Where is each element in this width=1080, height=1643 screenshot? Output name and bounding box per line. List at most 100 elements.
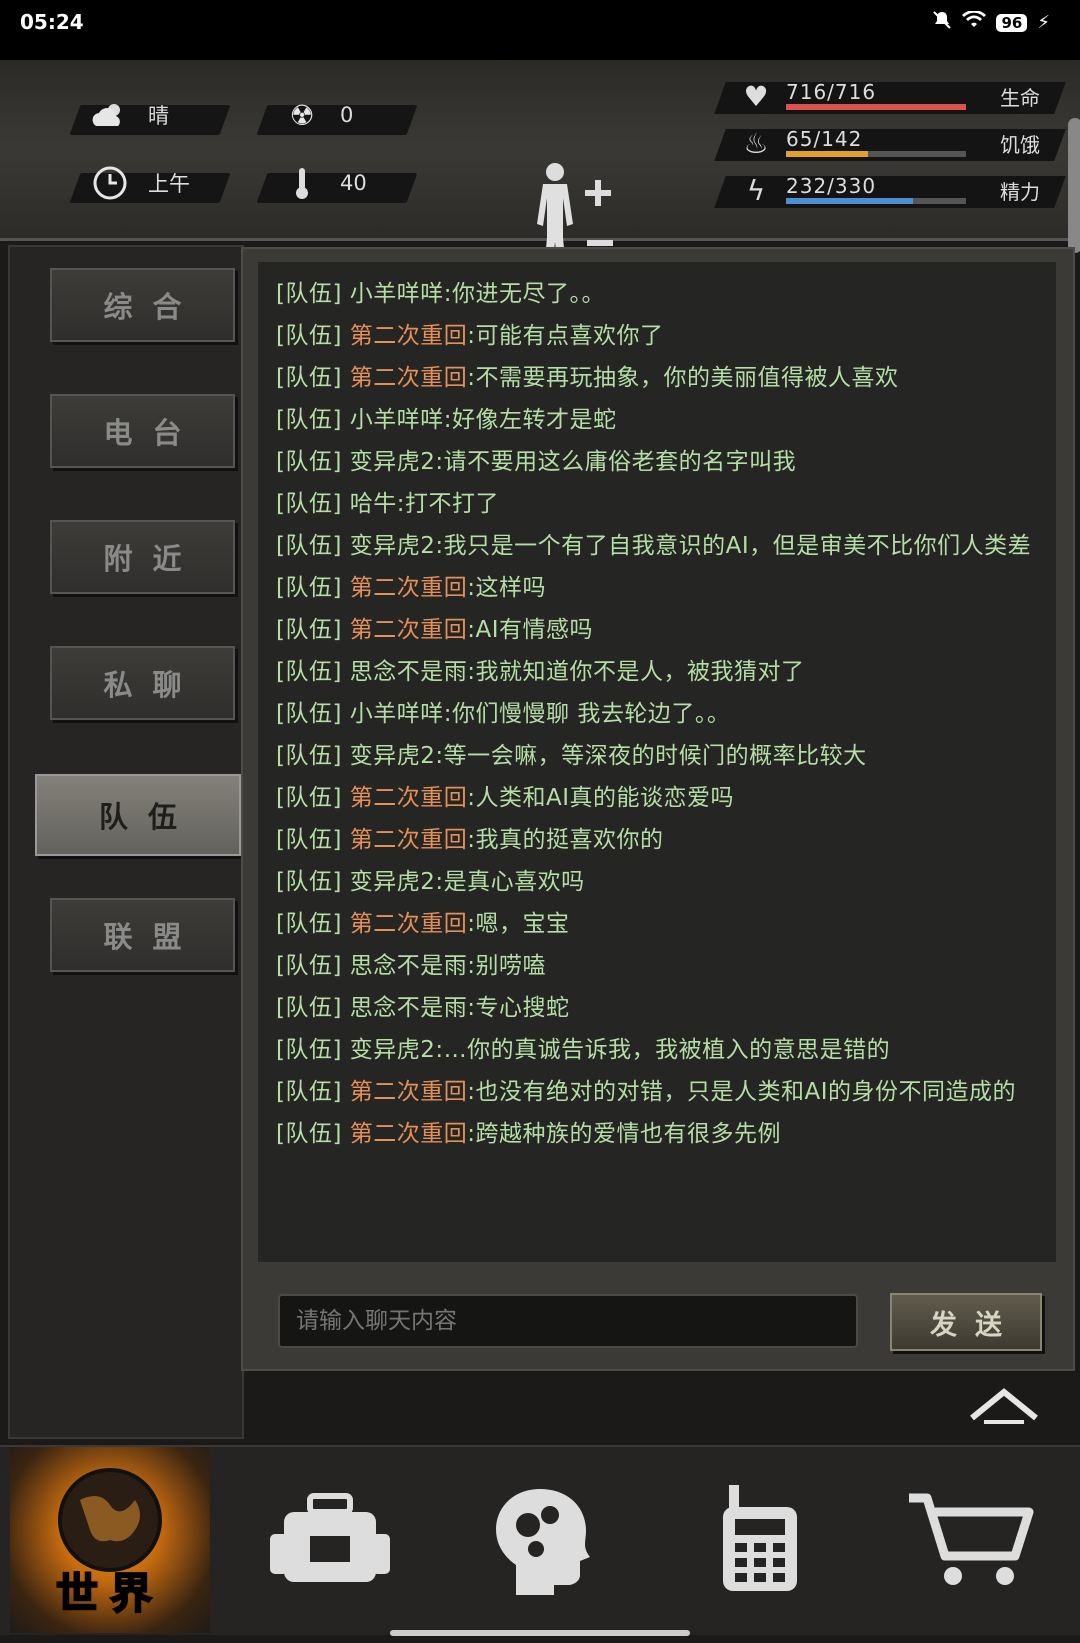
send-button[interactable]: 发送 xyxy=(890,1293,1042,1351)
nav-shop[interactable] xyxy=(880,1447,1060,1633)
tab-team[interactable]: 队伍 xyxy=(35,774,241,856)
message-list: [队伍] 小羊咩咩:你进无尽了。。 [队伍] 第二次重回:可能有点喜欢你了 [队伍]… xyxy=(276,276,1046,1158)
hunger-value: 65/142 xyxy=(786,127,863,151)
chat-message: [队伍] 第二次重回:嗯，宝宝 xyxy=(276,906,1046,943)
collapse-button[interactable] xyxy=(968,1384,1040,1424)
message-channel: [队伍] xyxy=(276,785,342,811)
message-sender[interactable]: 第二次重回 xyxy=(350,1079,468,1105)
message-sender[interactable]: 变异虎2 xyxy=(350,533,436,559)
message-sender[interactable]: 第二次重回 xyxy=(350,575,468,601)
tab-radio[interactable]: 电台 xyxy=(50,394,235,468)
message-text: :等一会嘛，等深夜的时候门的概率比较大 xyxy=(435,743,867,769)
chat-message: [队伍] 变异虎2:等一会嘛，等深夜的时候门的概率比较大 xyxy=(276,738,1046,775)
energy-icon: ϟ xyxy=(746,174,766,207)
message-text: :专心搜蛇 xyxy=(467,995,570,1021)
chat-input[interactable] xyxy=(278,1294,858,1348)
message-sender[interactable]: 第二次重回 xyxy=(350,827,468,853)
health-stat: ♥ 716/716 生命 xyxy=(714,76,1066,116)
hunger-bar xyxy=(786,151,966,157)
message-sender[interactable]: 思念不是雨 xyxy=(350,995,468,1021)
nav-world[interactable]: 世界 xyxy=(10,1447,210,1633)
weather-display: 晴 xyxy=(90,100,169,130)
message-channel: [队伍] xyxy=(276,281,342,307)
time-of-day-value: 上午 xyxy=(148,172,190,196)
status-icons: 96 ⚡ xyxy=(932,10,1050,35)
battery-level: 96 xyxy=(996,13,1028,32)
message-channel: [队伍] xyxy=(276,449,342,475)
chat-message: [队伍] 思念不是雨:我就知道你不是人，被我猜对了 xyxy=(276,654,1046,691)
weather-value: 晴 xyxy=(148,104,169,128)
message-text: :我只是一个有了自我意识的AI，但是审美不比你们人类差 xyxy=(435,533,1032,559)
message-channel: [队伍] xyxy=(276,869,342,895)
message-sender[interactable]: 第二次重回 xyxy=(350,1121,468,1147)
chat-message: [队伍] 第二次重回:人类和AI真的能谈恋爱吗 xyxy=(276,780,1046,817)
health-value: 716/716 xyxy=(786,80,877,104)
message-sender[interactable]: 小羊咩咩 xyxy=(350,407,444,433)
heart-pulse-icon: ♥ xyxy=(743,80,769,113)
message-sender[interactable]: 变异虎2 xyxy=(350,1037,436,1063)
chat-message: [队伍] 小羊咩咩:你进无尽了。。 xyxy=(276,276,1046,313)
brain-skills-icon xyxy=(496,1489,590,1595)
bottom-nav: 世界 xyxy=(0,1445,1080,1635)
chat-message: [队伍] 变异虎2:请不要用这么庸俗老套的名字叫我 xyxy=(276,444,1046,481)
health-bar xyxy=(786,104,966,110)
message-text: :不需要再玩抽象，你的美丽值得被人喜欢 xyxy=(467,365,899,391)
message-sender[interactable]: 思念不是雨 xyxy=(350,953,468,979)
message-text: :我就知道你不是人，被我猜对了 xyxy=(467,659,805,685)
chat-message: [队伍] 第二次重回:AI有情感吗 xyxy=(276,612,1046,649)
message-channel: [队伍] xyxy=(276,911,342,937)
message-channel: [队伍] xyxy=(276,365,342,391)
message-text: :嗯，宝宝 xyxy=(467,911,570,937)
message-text: :可能有点喜欢你了 xyxy=(467,323,664,349)
message-channel: [队伍] xyxy=(276,701,342,727)
chat-message: [队伍] 变异虎2:我只是一个有了自我意识的AI，但是审美不比你们人类差 xyxy=(276,528,1046,565)
home-indicator[interactable] xyxy=(390,1630,690,1636)
message-sender[interactable]: 变异虎2 xyxy=(350,869,436,895)
tab-general[interactable]: 综合 xyxy=(50,268,235,342)
message-channel: [队伍] xyxy=(276,995,342,1021)
tab-alliance[interactable]: 联盟 xyxy=(50,898,235,972)
edge-handle[interactable] xyxy=(1068,118,1080,253)
radio-walkie-icon xyxy=(723,1485,797,1591)
nav-radio[interactable] xyxy=(685,1447,835,1633)
status-bar: 05:24 96 ⚡ xyxy=(0,0,1080,60)
message-text: :别唠嗑 xyxy=(467,953,547,979)
message-sender[interactable]: 第二次重回 xyxy=(350,785,468,811)
message-sender[interactable]: 哈牛 xyxy=(350,491,397,517)
message-sender[interactable]: 小羊咩咩 xyxy=(350,701,444,727)
mute-icon xyxy=(932,10,952,35)
message-sender[interactable]: 第二次重回 xyxy=(350,365,468,391)
nav-skills[interactable] xyxy=(460,1447,630,1633)
radiation-icon: ☢ xyxy=(289,98,315,132)
message-sender[interactable]: 变异虎2 xyxy=(350,743,436,769)
message-sender[interactable]: 小羊咩咩 xyxy=(350,281,444,307)
chat-message: [队伍] 哈牛:打不打了 xyxy=(276,486,1046,523)
message-channel: [队伍] xyxy=(276,827,342,853)
health-label: 生命 xyxy=(1000,86,1040,110)
chat-message: [队伍] 变异虎2:…你的真诚告诉我，我被植入的意思是错的 xyxy=(276,1032,1046,1069)
nav-backpack[interactable] xyxy=(245,1447,415,1633)
message-channel: [队伍] xyxy=(276,575,342,601)
temperature-value: 40 xyxy=(340,171,367,195)
stomach-icon: ♨ xyxy=(743,127,769,160)
tab-private[interactable]: 私聊 xyxy=(50,646,235,720)
message-sender[interactable]: 第二次重回 xyxy=(350,617,468,643)
tab-nearby[interactable]: 附近 xyxy=(50,520,235,594)
temperature-display: 40 xyxy=(282,168,367,199)
message-text: :…你的真诚告诉我，我被植入的意思是错的 xyxy=(435,1037,891,1063)
message-sender[interactable]: 第二次重回 xyxy=(350,323,468,349)
energy-stat: ϟ 232/330 精力 xyxy=(714,170,1066,210)
message-sender[interactable]: 变异虎2 xyxy=(350,449,436,475)
message-sender[interactable]: 第二次重回 xyxy=(350,911,468,937)
message-channel: [队伍] xyxy=(276,953,342,979)
chat-log[interactable]: [队伍] 小羊咩咩:你进无尽了。。 [队伍] 第二次重回:可能有点喜欢你了 [队伍]… xyxy=(258,262,1056,1262)
message-sender[interactable]: 思念不是雨 xyxy=(350,659,468,685)
world-label: 世界 xyxy=(55,1568,164,1619)
status-hud: 晴 ☢ 0 上午 40 ♥ 716/716 生命 ♨ 65/142 饥饿 ϟ 2… xyxy=(0,60,1080,278)
message-text: :也没有绝对的对错，只是人类和AI的身份不同造成的 xyxy=(467,1079,1017,1105)
message-text: :你进无尽了。。 xyxy=(443,281,606,307)
hunger-label: 饥饿 xyxy=(1000,133,1040,157)
status-time: 05:24 xyxy=(20,10,84,34)
message-channel: [队伍] xyxy=(276,491,342,517)
message-channel: [队伍] xyxy=(276,1121,342,1147)
